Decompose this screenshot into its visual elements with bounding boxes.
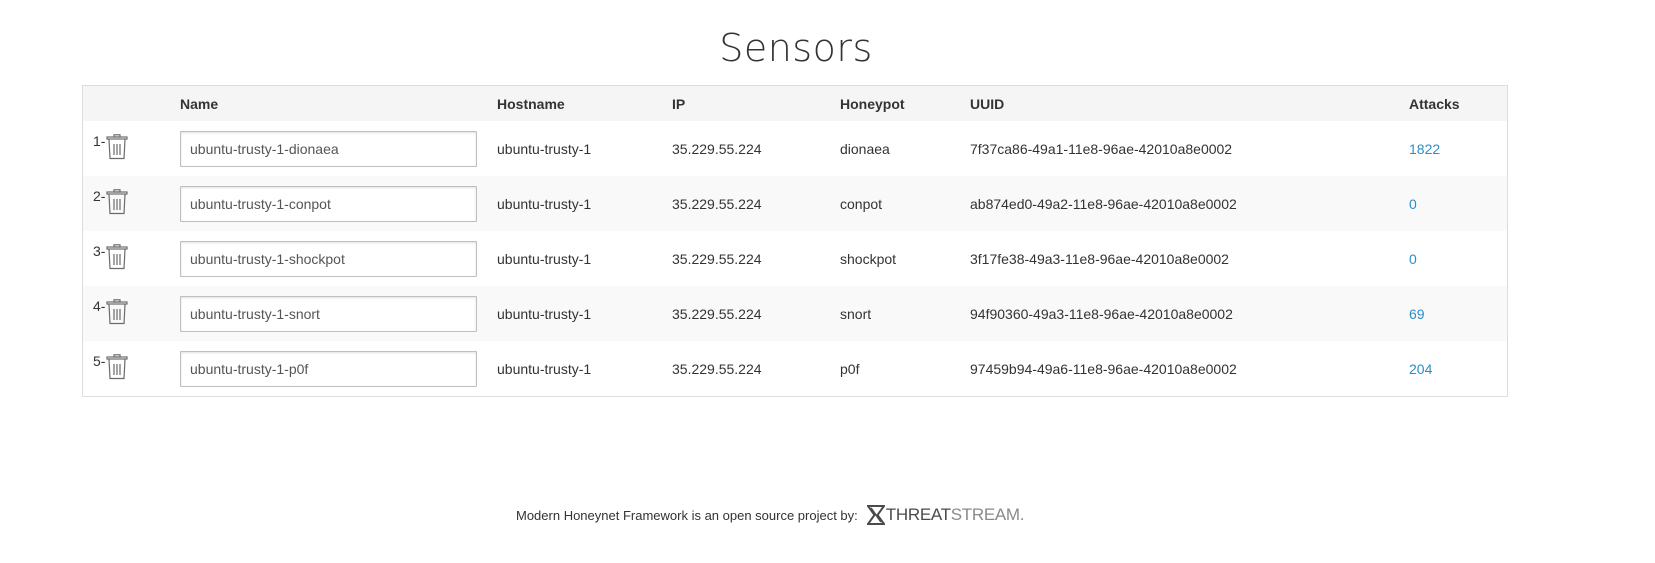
attacks-link[interactable]: 1822 (1409, 141, 1440, 157)
sensor-name-input[interactable] (180, 350, 477, 387)
column-header-attacks: Attacks (1409, 95, 1460, 112)
row-index: 2- (93, 188, 106, 204)
row-index-cell: 4- (83, 286, 180, 341)
row-ip: 35.229.55.224 (672, 250, 762, 267)
sensor-name-input[interactable] (180, 295, 477, 332)
row-name-cell (180, 176, 497, 231)
row-hostname: ubuntu-trusty-1 (497, 305, 592, 322)
row-attacks-cell: 0 (1409, 176, 1507, 231)
page-title: Sensors (719, 26, 873, 70)
attacks-link[interactable]: 0 (1409, 196, 1417, 212)
row-ip: 35.229.55.224 (672, 305, 762, 322)
row-attacks-cell: 69 (1409, 286, 1507, 341)
trash-icon[interactable] (106, 354, 129, 380)
trash-icon[interactable] (106, 299, 129, 325)
trash-icon[interactable] (106, 134, 129, 160)
threatstream-logo-icon (866, 505, 885, 525)
table-row: 5- ubuntu-trusty-1-p0f ubuntu-trusty-1 3… (83, 341, 1507, 396)
row-index-group: 2- (93, 188, 129, 215)
row-honeypot: dionaea (840, 140, 890, 157)
row-ip: 35.229.55.224 (672, 140, 762, 157)
threatstream-logo[interactable]: THREAT STREAM. (866, 505, 1025, 525)
sensors-table: Name Hostname IP Honeypot UUID Attacks 1… (83, 86, 1507, 396)
row-index-group: 5- (93, 353, 129, 380)
row-attacks-cell: 204 (1409, 341, 1507, 396)
row-index-cell: 3- (83, 231, 180, 286)
column-header-uuid: UUID (970, 95, 1005, 112)
column-header-honeypot: Honeypot (840, 95, 905, 112)
column-header-ip: IP (672, 95, 686, 112)
row-hostname: ubuntu-trusty-1 (497, 360, 592, 377)
attacks-link[interactable]: 204 (1409, 361, 1432, 377)
footer-text: Modern Honeynet Framework is an open sou… (516, 507, 858, 523)
row-uuid: 3f17fe38-49a3-11e8-96ae-42010a8e0002 (970, 250, 1229, 267)
column-header-hostname: Hostname (497, 95, 565, 112)
row-honeypot: shockpot (840, 250, 897, 267)
row-index-cell: 2- (83, 176, 180, 231)
row-index: 4- (93, 298, 106, 314)
row-index-group: 4- (93, 298, 129, 325)
row-name-cell (180, 341, 497, 396)
row-index: 3- (93, 243, 106, 259)
row-index-cell: 1- (83, 121, 180, 176)
row-uuid: 7f37ca86-49a1-11e8-96ae-42010a8e0002 (970, 140, 1233, 157)
row-ip: 35.229.55.224 (672, 195, 762, 212)
row-ip: 35.229.55.224 (672, 360, 762, 377)
row-attacks-cell: 1822 (1409, 121, 1507, 176)
table-header-row: Name Hostname IP Honeypot UUID Attacks (83, 86, 1507, 121)
row-name-cell (180, 286, 497, 341)
row-index: 1- (93, 133, 106, 149)
row-attacks-cell: 0 (1409, 231, 1507, 286)
row-hostname: ubuntu-trusty-1 (497, 140, 592, 157)
table-row: 1- ubuntu-trusty-1-dionaea ubuntu-trusty… (83, 121, 1507, 176)
table-body: 1- ubuntu-trusty-1-dionaea ubuntu-trusty… (83, 121, 1507, 396)
row-name-cell (180, 121, 497, 176)
logo-text-stream: STREAM. (950, 505, 1025, 524)
row-honeypot: conpot (840, 195, 883, 212)
row-honeypot: p0f (840, 360, 860, 377)
attacks-link[interactable]: 69 (1409, 306, 1425, 322)
row-uuid: 94f90360-49a3-11e8-96ae-42010a8e0002 (970, 305, 1233, 322)
sensors-table-container: Name Hostname IP Honeypot UUID Attacks 1… (82, 85, 1508, 397)
row-hostname: ubuntu-trusty-1 (497, 195, 592, 212)
row-index-cell: 5- (83, 341, 180, 396)
trash-icon[interactable] (106, 189, 129, 215)
sensor-name-input[interactable] (180, 240, 477, 277)
table-row: 2- ubuntu-trusty-1-conpot ubuntu-trusty-… (83, 176, 1507, 231)
row-name-cell (180, 231, 497, 286)
trash-icon[interactable] (106, 244, 129, 270)
table-header: Name Hostname IP Honeypot UUID Attacks (83, 86, 1507, 121)
footer: Modern Honeynet Framework is an open sou… (516, 502, 1025, 528)
logo-text-threat: THREAT (885, 505, 951, 524)
row-hostname: ubuntu-trusty-1 (497, 250, 592, 267)
table-row: 3- ubuntu-trusty-1-shockpot ubuntu-trust… (83, 231, 1507, 286)
sensor-name-input[interactable] (180, 130, 477, 167)
row-index-group: 3- (93, 243, 129, 270)
row-index: 5- (93, 353, 106, 369)
row-uuid: 97459b94-49a6-11e8-96ae-42010a8e0002 (970, 360, 1237, 377)
row-uuid: ab874ed0-49a2-11e8-96ae-42010a8e0002 (970, 195, 1237, 212)
row-honeypot: snort (840, 305, 872, 322)
row-index-group: 1- (93, 133, 129, 160)
column-header-name: Name (180, 95, 219, 112)
attacks-link[interactable]: 0 (1409, 251, 1417, 267)
table-row: 4- ubuntu-trusty-1-snort ubuntu-trusty-1… (83, 286, 1507, 341)
column-header-index (83, 86, 180, 121)
sensor-name-input[interactable] (180, 185, 477, 222)
